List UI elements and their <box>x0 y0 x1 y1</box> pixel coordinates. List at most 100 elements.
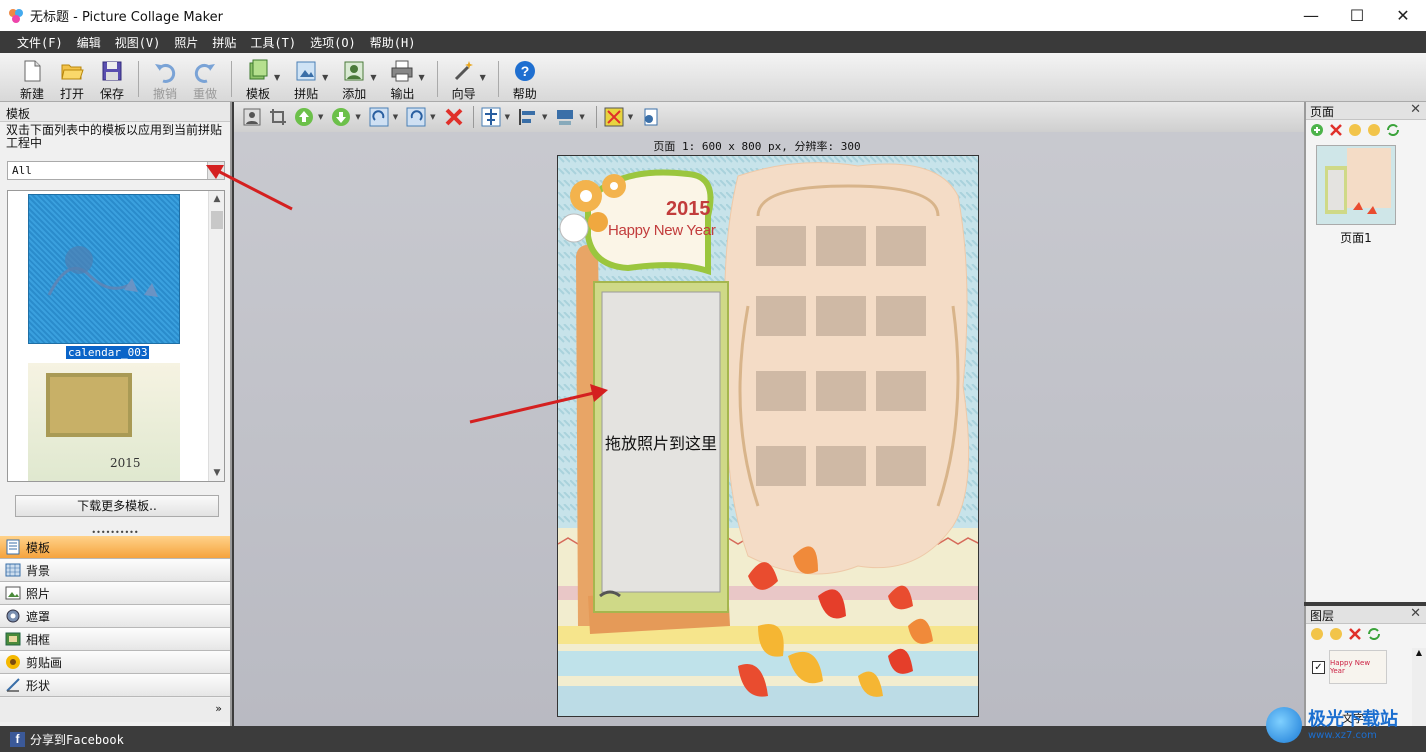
save-button[interactable]: 保存 <box>92 59 132 102</box>
refresh-icon[interactable] <box>1386 123 1400 137</box>
menu-collage[interactable]: 拼贴 <box>205 34 243 51</box>
close-layers-panel-icon[interactable]: ✕ <box>1410 606 1421 621</box>
nav-item-mask[interactable]: 遮罩 <box>0 605 230 628</box>
menu-edit[interactable]: 编辑 <box>70 34 108 51</box>
move-page-up-icon[interactable] <box>1348 123 1362 137</box>
template-filter-select[interactable]: All ▼ <box>7 161 225 180</box>
layer-up-icon[interactable] <box>1310 627 1324 641</box>
template-thumbnail-calendar[interactable] <box>28 194 180 344</box>
wizard-dropdown-icon[interactable]: ▼ <box>480 73 486 82</box>
send-backward-icon[interactable] <box>329 105 353 129</box>
nav-item-photo[interactable]: 照片 <box>0 582 230 605</box>
nav-label-photo: 照片 <box>26 586 51 601</box>
menu-help[interactable]: 帮助(H) <box>363 34 423 51</box>
new-label: 新建 <box>19 87 44 101</box>
delete-icon[interactable] <box>442 105 466 129</box>
template-dropdown-icon[interactable]: ▼ <box>274 73 280 82</box>
title-bar: 无标题 - Picture Collage Maker — ☐ ✕ <box>0 0 1426 31</box>
layer-row[interactable]: ✓ Happy New Year <box>1312 650 1387 684</box>
collage-dropdown-icon[interactable]: ▼ <box>322 73 328 82</box>
add-button[interactable]: 添加 <box>334 59 374 102</box>
menu-photo[interactable]: 照片 <box>167 34 205 51</box>
page-thumbnail[interactable] <box>1316 145 1396 225</box>
image-effect-icon[interactable] <box>602 105 626 129</box>
download-more-templates-button[interactable]: 下载更多模板.. <box>15 495 219 517</box>
photo-drop-zone[interactable]: 拖放照片到这里 <box>602 292 720 592</box>
close-button[interactable]: ✕ <box>1380 0 1426 31</box>
output-label: 输出 <box>390 87 415 101</box>
template-label-selected: calendar_003 <box>66 346 150 359</box>
output-button[interactable]: 输出 <box>382 59 422 102</box>
scroll-thumb[interactable] <box>211 211 223 229</box>
template-list[interactable]: calendar_003 2015 ▲ ▼ <box>7 190 225 482</box>
watermark-brand: 极光下载站 <box>1308 708 1398 730</box>
facebook-icon[interactable]: f <box>10 731 25 747</box>
nav-label-template: 模板 <box>26 540 51 555</box>
collage-button[interactable]: 拼贴 <box>286 59 326 102</box>
layer-visibility-checkbox[interactable]: ✓ <box>1312 660 1325 674</box>
new-button[interactable]: 新建 <box>12 59 52 102</box>
help-button[interactable]: ? 帮助 <box>505 59 545 102</box>
rotate-right-icon[interactable] <box>367 105 391 129</box>
nav-item-clipart[interactable]: 剪贴画 <box>0 651 230 674</box>
template-thumbnail-2015[interactable]: 2015 <box>28 363 180 481</box>
collage-page[interactable]: 2015 Happy New Year 拖放照片到这里 <box>557 155 979 717</box>
maximize-button[interactable]: ☐ <box>1334 0 1380 31</box>
chevron-down-icon[interactable]: ▼ <box>207 162 224 179</box>
delete-layer-icon[interactable] <box>1348 627 1362 641</box>
add-page-icon[interactable] <box>1310 123 1324 137</box>
nav-item-shape[interactable]: 形状 <box>0 674 230 697</box>
template-button[interactable]: 模板 <box>238 59 278 102</box>
minimize-button[interactable]: — <box>1288 0 1334 31</box>
delete-page-icon[interactable] <box>1329 123 1343 137</box>
undo-button[interactable]: 撤销 <box>145 59 185 102</box>
bring-forward-icon[interactable] <box>292 105 316 129</box>
scroll-up-icon[interactable]: ▲ <box>209 191 224 207</box>
add-dropdown-icon[interactable]: ▼ <box>370 73 376 82</box>
category-nav: 模板 背景 照片 遮罩 相框 剪贴画 形状 <box>0 536 230 697</box>
align-center-dropdown-icon[interactable]: ▼ <box>505 113 510 121</box>
send-backward-dropdown-icon[interactable]: ▼ <box>355 113 360 121</box>
nav-item-background[interactable]: 背景 <box>0 559 230 582</box>
template-label: 模板 <box>245 87 270 101</box>
rotate-left-icon[interactable] <box>404 105 428 129</box>
open-button[interactable]: 打开 <box>52 59 92 102</box>
menu-options[interactable]: 选项(O) <box>303 34 363 51</box>
menu-view[interactable]: 视图(V) <box>108 34 168 51</box>
rotate-right-dropdown-icon[interactable]: ▼ <box>393 113 398 121</box>
move-page-down-icon[interactable] <box>1367 123 1381 137</box>
person-icon[interactable] <box>240 105 264 129</box>
template-list-scrollbar[interactable]: ▲ ▼ <box>208 191 224 481</box>
properties-icon[interactable] <box>639 105 663 129</box>
image-effect-dropdown-icon[interactable]: ▼ <box>628 113 633 121</box>
share-facebook-link[interactable]: 分享到Facebook <box>30 731 124 748</box>
nav-item-frame[interactable]: 相框 <box>0 628 230 651</box>
svg-text:?: ? <box>521 63 530 79</box>
resize-dropdown-icon[interactable]: ▼ <box>579 113 584 121</box>
layer-down-icon[interactable] <box>1329 627 1343 641</box>
close-pages-panel-icon[interactable]: ✕ <box>1410 102 1421 117</box>
align-center-icon[interactable] <box>479 105 503 129</box>
window-title: 无标题 - Picture Collage Maker <box>30 10 223 25</box>
resize-icon[interactable] <box>553 105 577 129</box>
rotate-left-dropdown-icon[interactable]: ▼ <box>430 113 435 121</box>
bring-forward-dropdown-icon[interactable]: ▼ <box>318 113 323 121</box>
redo-button[interactable]: 重做 <box>185 59 225 102</box>
layers-panel-title: 图层 <box>1310 609 1335 623</box>
menu-tools[interactable]: 工具(T) <box>243 34 303 51</box>
menu-file[interactable]: 文件(F) <box>10 34 70 51</box>
refresh-layers-icon[interactable] <box>1367 627 1381 641</box>
nav-item-template[interactable]: 模板 <box>0 536 230 559</box>
nav-label-clipart: 剪贴画 <box>26 655 63 670</box>
output-dropdown-icon[interactable]: ▼ <box>418 73 424 82</box>
toolbar-separator <box>436 61 438 97</box>
save-label: 保存 <box>99 87 124 101</box>
new-file-icon <box>24 60 41 82</box>
shape-ruler-icon <box>6 678 20 692</box>
nav-more-button[interactable]: » <box>0 698 230 722</box>
scroll-down-icon[interactable]: ▼ <box>209 465 224 481</box>
crop-icon[interactable] <box>266 105 290 129</box>
wizard-button[interactable]: 向导 <box>444 59 484 102</box>
align-left-dropdown-icon[interactable]: ▼ <box>542 113 547 121</box>
align-left-icon[interactable] <box>516 105 540 129</box>
